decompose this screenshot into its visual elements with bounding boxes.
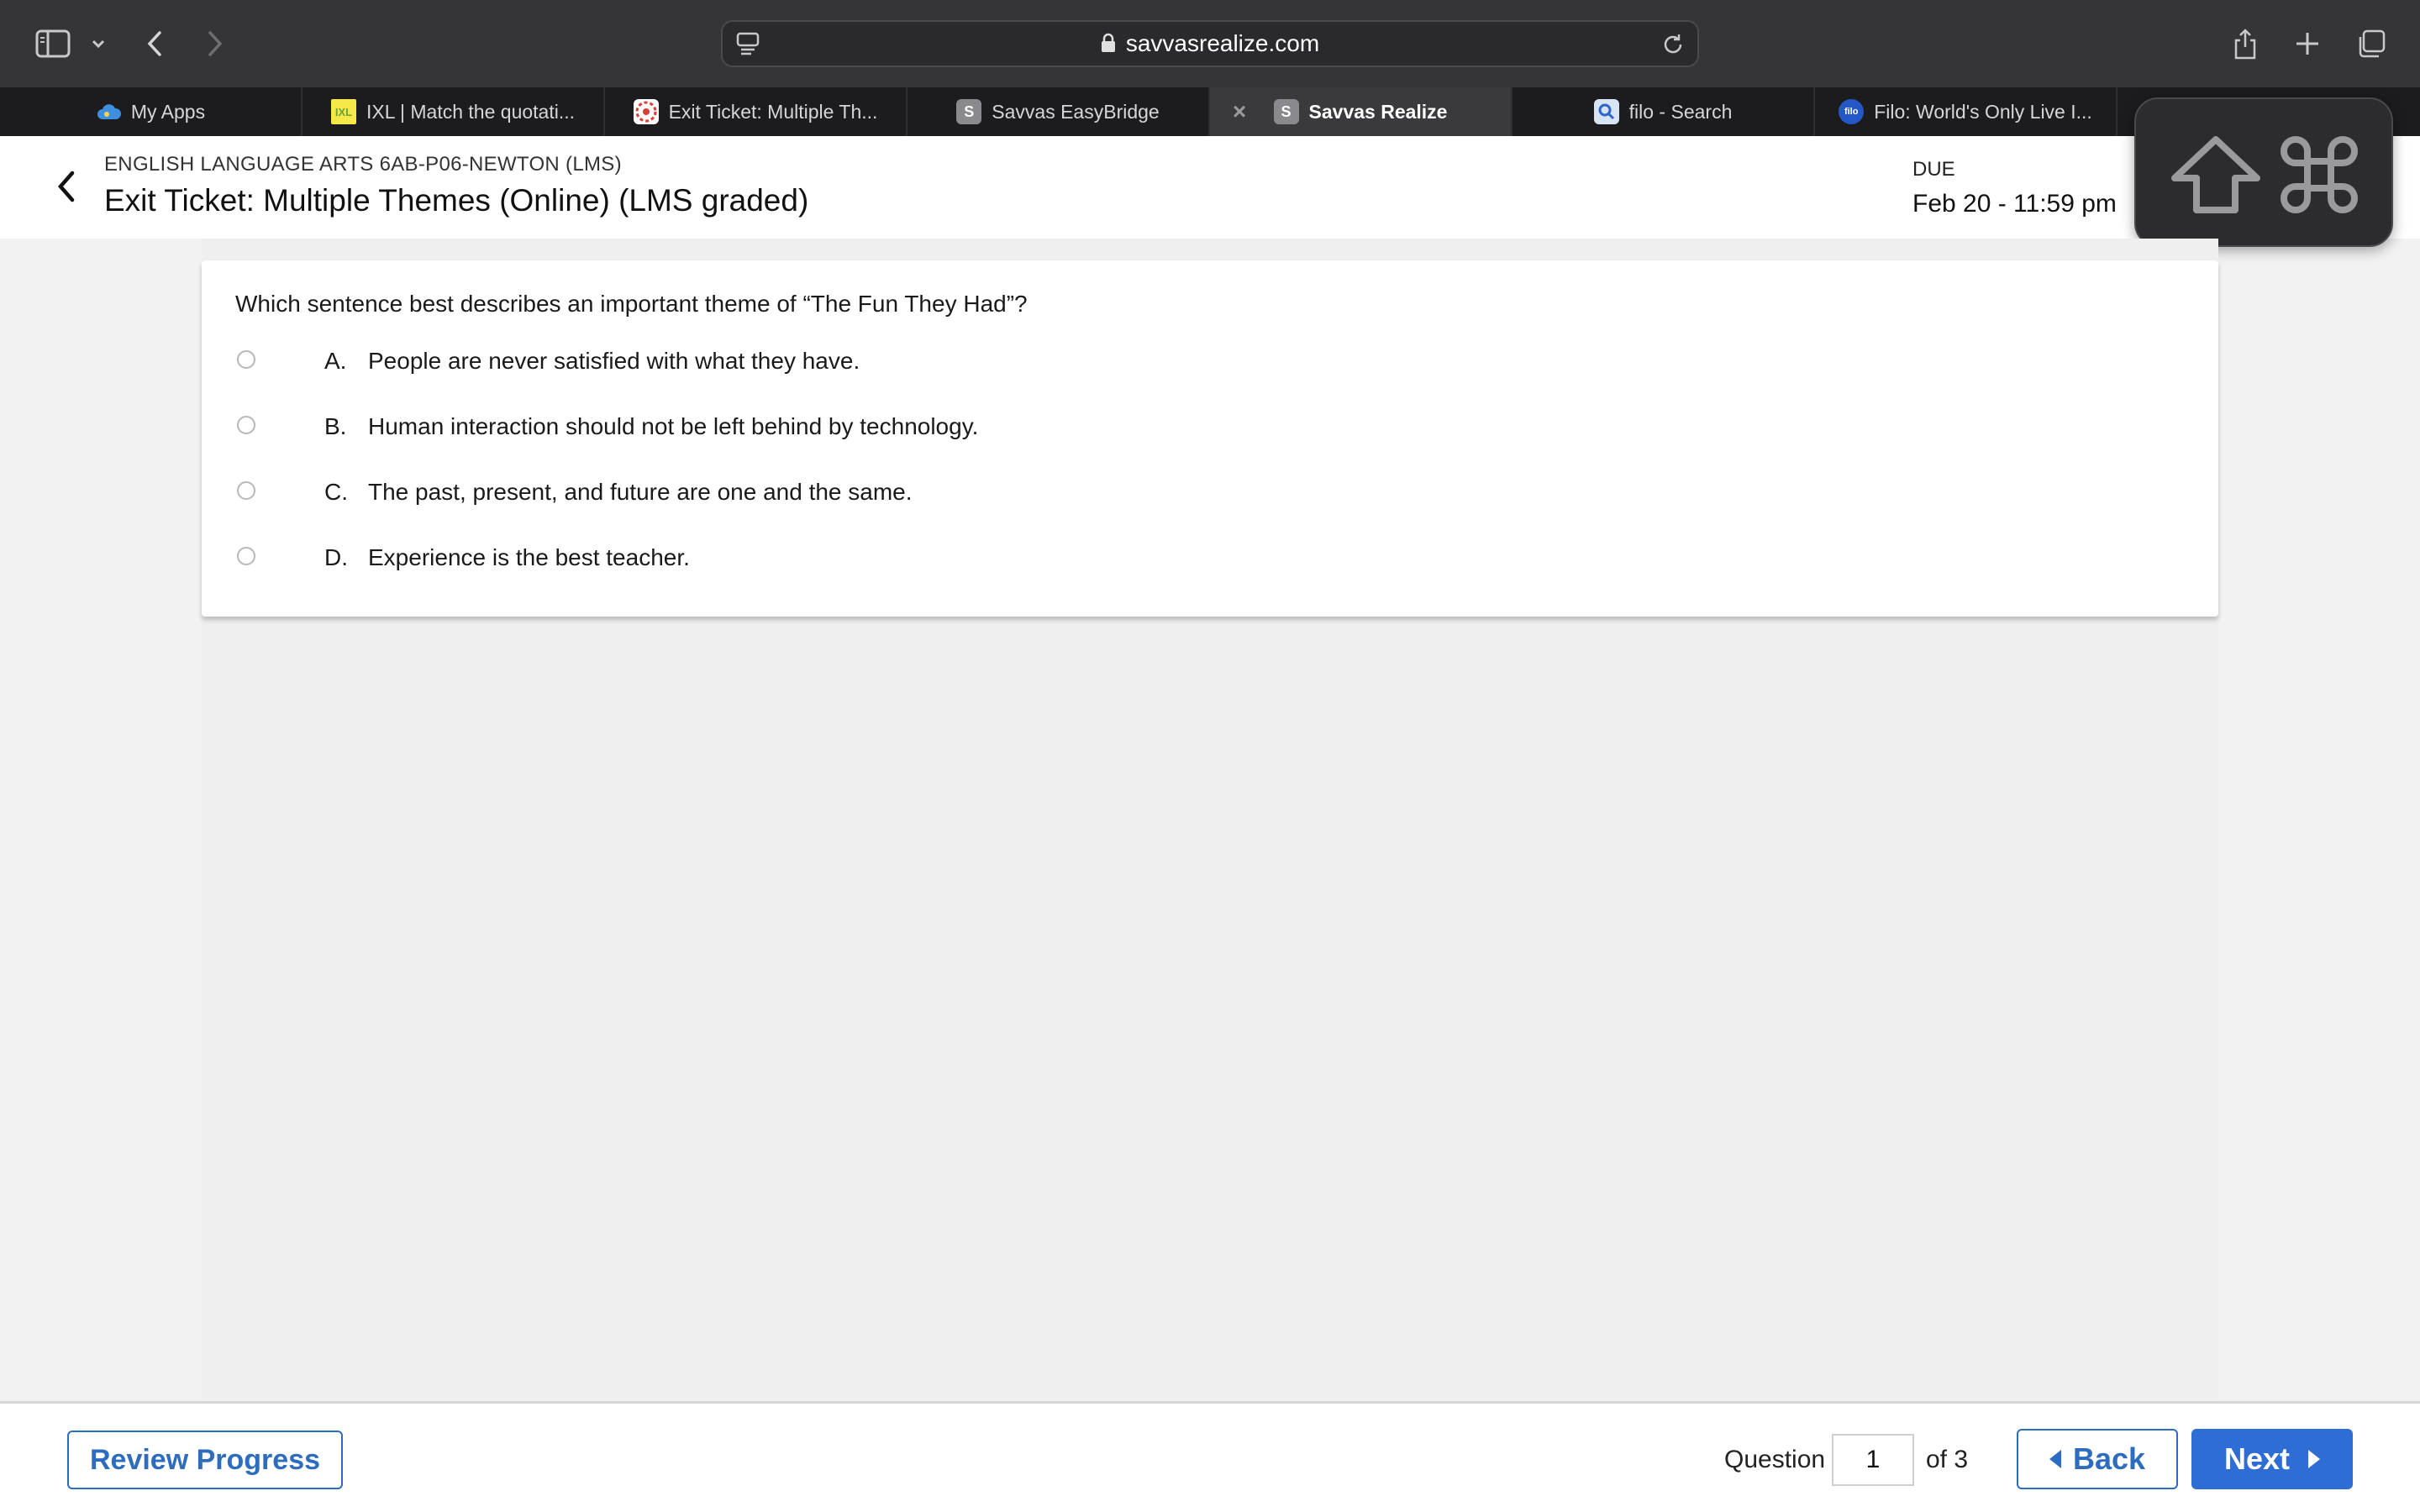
close-tab-icon[interactable]: ×	[1227, 99, 1252, 124]
option-letter: C.	[324, 479, 348, 505]
browser-toolbar: savvasrealize.com	[0, 0, 2420, 88]
cloud-icon	[96, 99, 121, 124]
back-arrow-icon[interactable]	[54, 168, 79, 209]
course-name: ENGLISH LANGUAGE ARTS 6AB-P06-NEWTON (LM…	[104, 153, 622, 176]
option-letter: D.	[324, 544, 348, 570]
answer-option-b[interactable]: B. Human interaction should not be left …	[235, 402, 1748, 452]
search-icon	[1593, 99, 1619, 124]
tab-filo[interactable]: filo Filo: World's Only Live I...	[1815, 87, 2118, 136]
tab-exit-ticket[interactable]: Exit Ticket: Multiple Th...	[605, 87, 908, 136]
address-bar[interactable]: savvasrealize.com	[721, 20, 1699, 67]
caret-left-icon	[2049, 1450, 2061, 1468]
tab-label: filo - Search	[1628, 100, 1733, 123]
option-text: People are never satisfied with what the…	[368, 348, 860, 374]
back-button-label: Back	[2072, 1441, 2146, 1476]
page-title: Exit Ticket: Multiple Themes (Online) (L…	[104, 183, 809, 218]
option-text: The past, present, and future are one an…	[368, 479, 913, 505]
option-letter: B.	[324, 413, 347, 439]
tab-my-apps[interactable]: My Apps	[0, 87, 302, 136]
footer-bar: Review Progress Question of 3 Back Next	[0, 1401, 2420, 1512]
shift-key-icon	[2170, 134, 2262, 219]
back-nav-icon[interactable]	[138, 22, 171, 66]
ixl-icon: IXL	[330, 99, 356, 124]
tab-label: My Apps	[130, 100, 206, 123]
share-icon[interactable]	[2228, 22, 2262, 66]
savvas-icon: S	[1273, 99, 1299, 124]
answer-option-a[interactable]: A. People are never satisfied with what …	[235, 336, 1748, 386]
tab-label: Savvas EasyBridge	[992, 100, 1160, 123]
new-tab-icon[interactable]	[2291, 22, 2324, 66]
page-header: ENGLISH LANGUAGE ARTS 6AB-P06-NEWTON (LM…	[0, 136, 2420, 239]
tab-bar: My Apps IXL IXL | Match the quotati... Ex…	[0, 87, 2420, 137]
tab-savvas-realize[interactable]: × S Savvas Realize	[1210, 87, 1512, 136]
question-text: Which sentence best describes an importa…	[235, 291, 1028, 317]
radio-button[interactable]	[237, 350, 255, 369]
keyboard-shortcut-overlay	[2134, 97, 2393, 247]
chevron-down-icon[interactable]	[86, 22, 111, 66]
question-card: Which sentence best describes an importa…	[202, 260, 2218, 617]
due-label: DUE	[1912, 158, 1955, 181]
question-number-input[interactable]	[1832, 1434, 1914, 1486]
option-letter: A.	[324, 348, 347, 374]
sidebar-toggle-icon[interactable]	[32, 22, 74, 66]
tab-overview-icon[interactable]	[2353, 22, 2390, 66]
tab-label: Savvas Realize	[1308, 100, 1448, 123]
radio-button[interactable]	[237, 547, 255, 565]
tab-ixl[interactable]: IXL IXL | Match the quotati...	[302, 87, 605, 136]
option-text: Experience is the best teacher.	[368, 544, 690, 570]
next-button[interactable]: Next	[2191, 1429, 2353, 1489]
radio-button[interactable]	[237, 416, 255, 434]
reload-icon[interactable]	[1660, 32, 1686, 61]
answer-option-c[interactable]: C. The past, present, and future are one…	[235, 467, 1748, 517]
tab-savvas-easybridge[interactable]: S Savvas EasyBridge	[908, 87, 1210, 136]
radio-button[interactable]	[237, 481, 255, 500]
url-text: savvasrealize.com	[723, 22, 1697, 66]
lock-icon	[1101, 24, 1116, 67]
option-text: Human interaction should not be left beh…	[368, 413, 979, 439]
tab-label: Filo: World's Only Live I...	[1874, 100, 2092, 123]
tab-filo-search[interactable]: filo - Search	[1512, 87, 1815, 136]
url-label: savvasrealize.com	[1125, 30, 1320, 56]
tab-label: IXL | Match the quotati...	[366, 100, 576, 123]
canvas-icon	[633, 99, 659, 124]
review-progress-button[interactable]: Review Progress	[67, 1431, 343, 1489]
filo-icon: filo	[1839, 99, 1865, 124]
question-label: Question	[1724, 1446, 1826, 1473]
savvas-icon: S	[956, 99, 982, 124]
answer-option-d[interactable]: D. Experience is the best teacher.	[235, 533, 1748, 583]
tab-label: Exit Ticket: Multiple Th...	[668, 100, 878, 123]
forward-nav-icon[interactable]	[198, 22, 232, 66]
caret-right-icon	[2308, 1450, 2321, 1468]
command-key-icon	[2279, 136, 2360, 218]
next-button-label: Next	[2223, 1441, 2291, 1476]
back-button[interactable]: Back	[2017, 1429, 2178, 1489]
due-date: Feb 20 - 11:59 pm	[1912, 190, 2117, 218]
question-total: of 3	[1926, 1446, 1969, 1473]
